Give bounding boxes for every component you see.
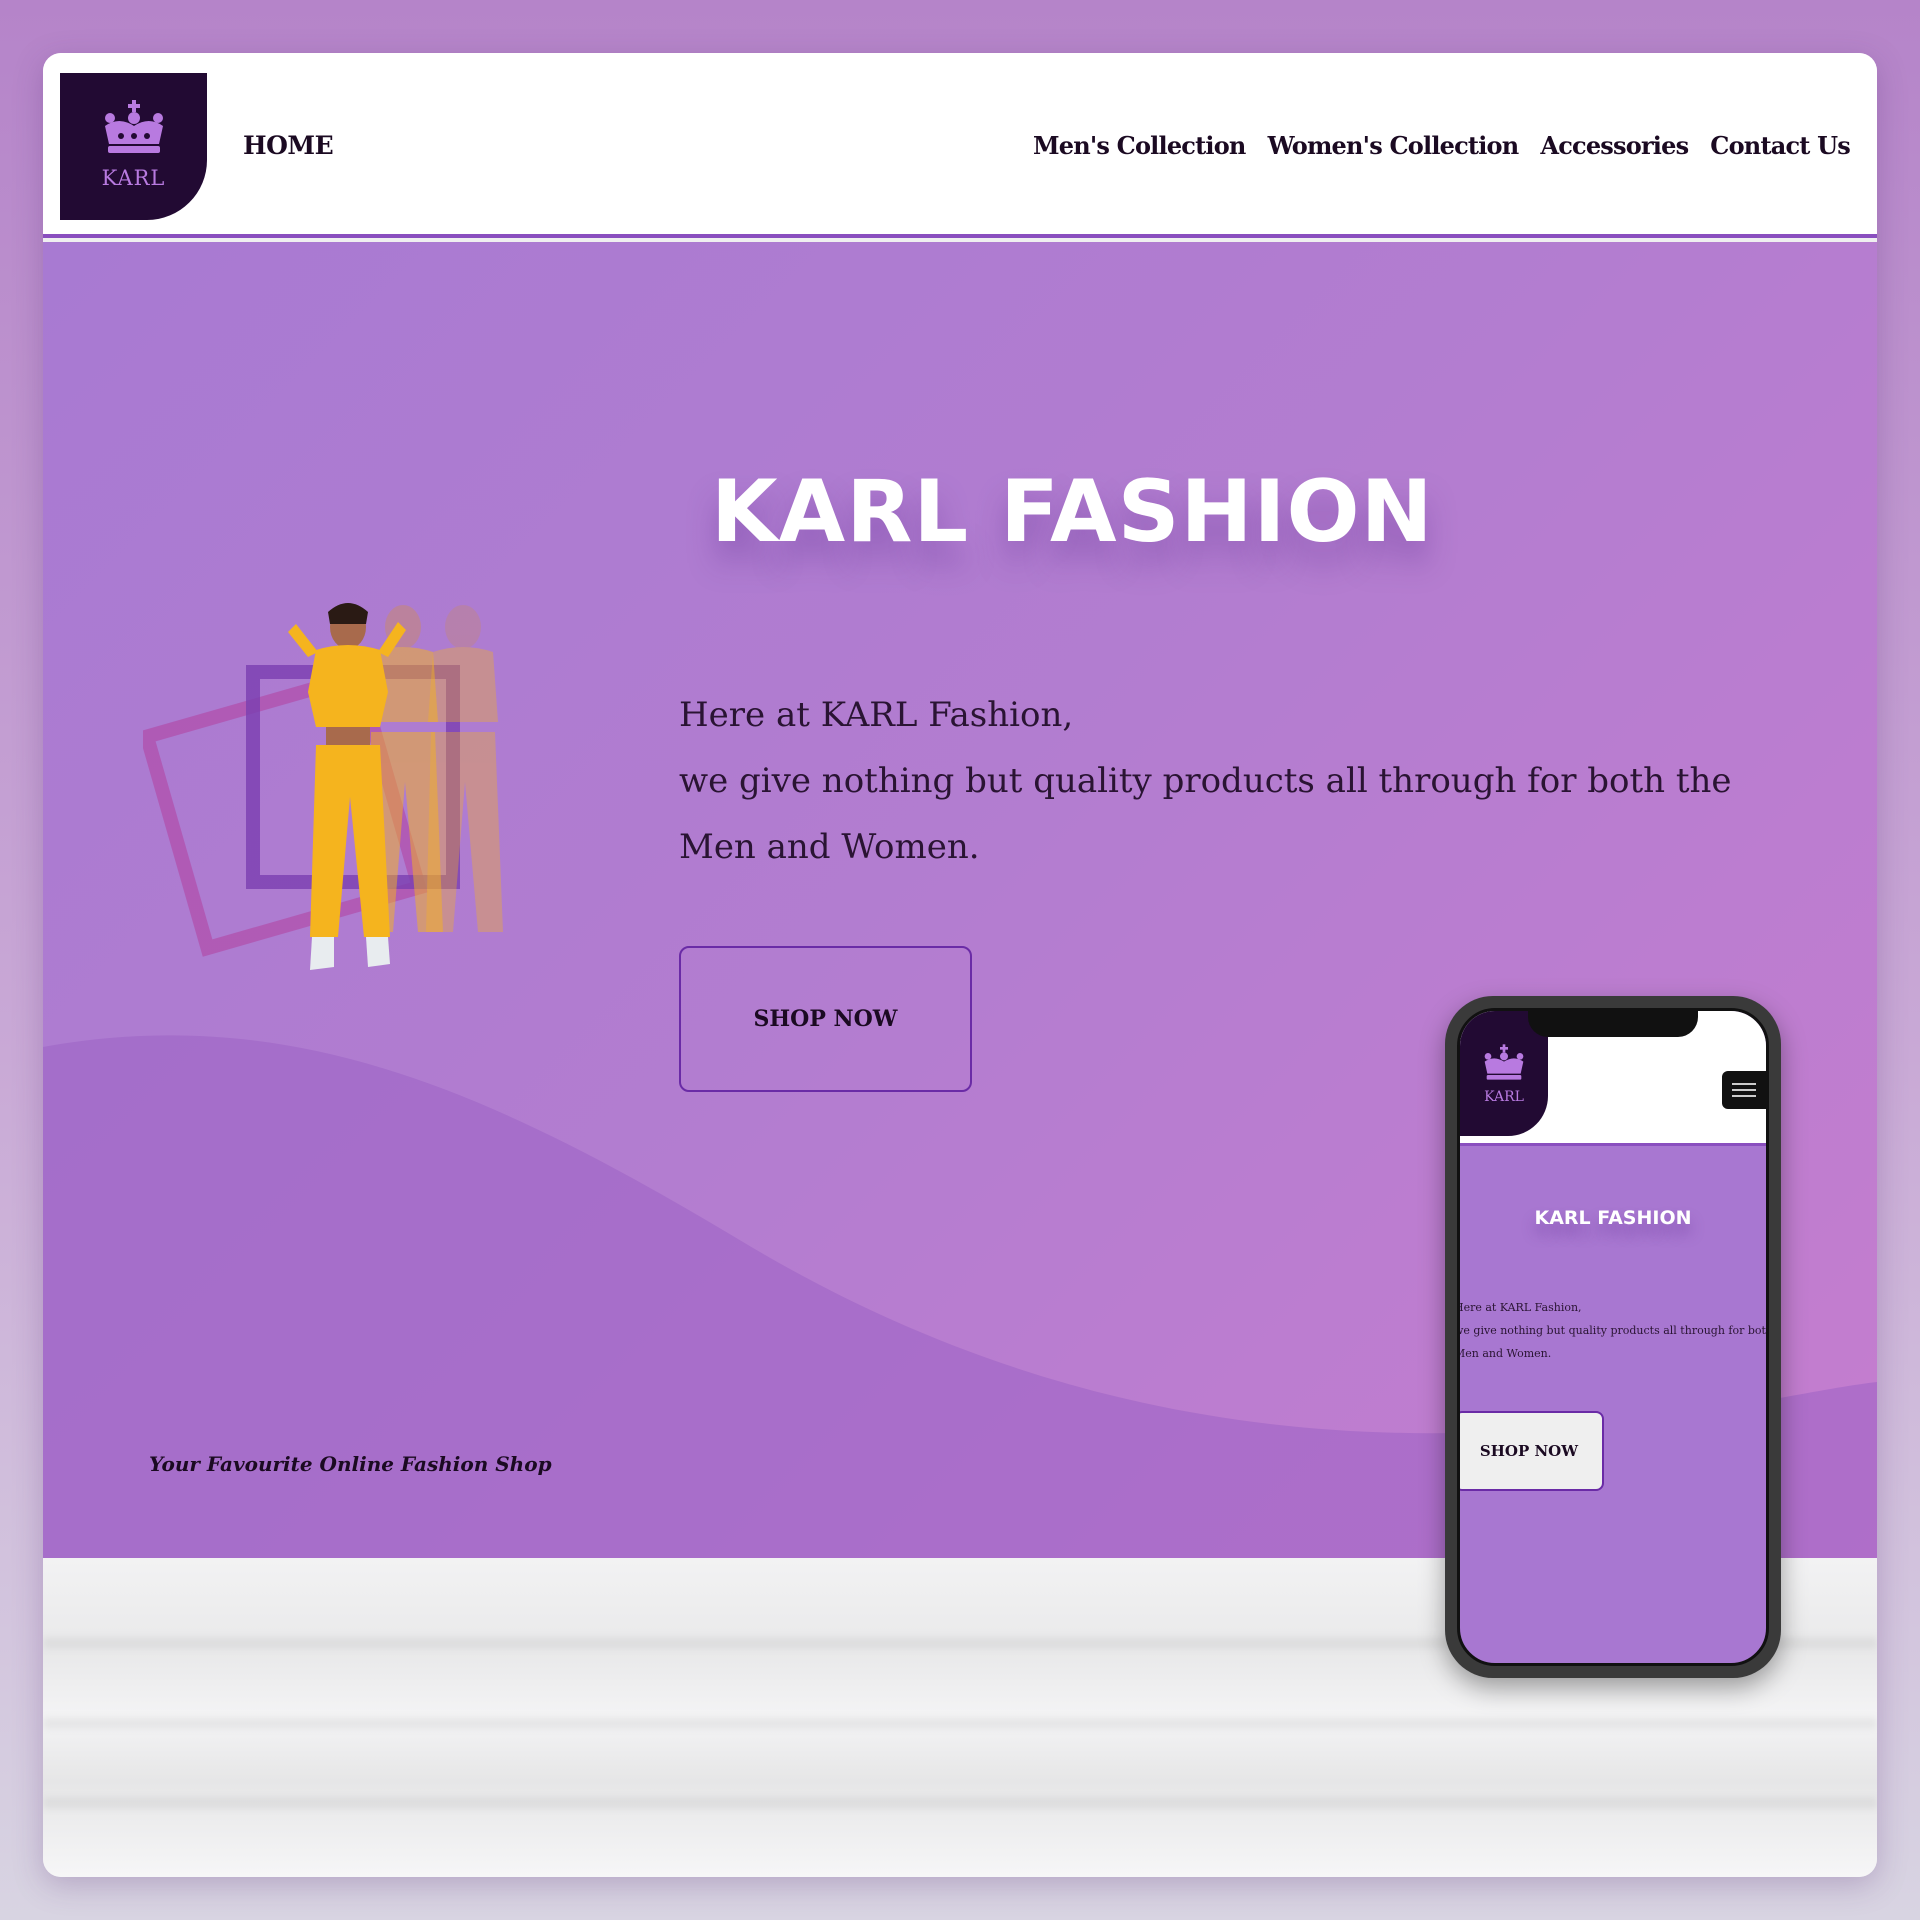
hero-line-2: we give nothing but quality products all…: [679, 761, 1732, 867]
logo[interactable]: KARL: [60, 73, 207, 220]
hero-description: Here at KARL Fashion, we give nothing bu…: [679, 682, 1799, 880]
phone-hero-line-1: Here at KARL Fashion,: [1457, 1301, 1582, 1314]
phone-hero-description: Here at KARL Fashion, we give nothing bu…: [1457, 1296, 1769, 1365]
nav-links: Men's Collection Women's Collection Acce…: [1033, 131, 1851, 160]
phone-hero-line-2: we give nothing but quality products all…: [1457, 1324, 1769, 1337]
phone-hero-line-3: Men and Women.: [1457, 1347, 1552, 1360]
crown-icon: [104, 99, 163, 153]
tagline: Your Favourite Online Fashion Shop: [149, 1452, 552, 1476]
crown-icon: [1484, 1043, 1524, 1080]
divider: [43, 1718, 1877, 1728]
divider: [43, 1798, 1877, 1808]
browser-page: KARL HOME Men's Collection Women's Colle…: [43, 53, 1877, 1877]
hero-line-1: Here at KARL Fashion,: [679, 695, 1074, 735]
model-illustration: [143, 603, 503, 970]
hamburger-icon[interactable]: [1722, 1071, 1766, 1109]
phone-notch: [1528, 1011, 1698, 1037]
nav-contact-us[interactable]: Contact Us: [1710, 131, 1851, 160]
phone-shop-now-button[interactable]: SHOP NOW: [1460, 1411, 1604, 1491]
nav-accessories[interactable]: Accessories: [1540, 131, 1689, 160]
phone-mockup: KARL KARL FASHION Here at KARL Fashion, …: [1445, 996, 1781, 1678]
logo-text: KARL: [101, 165, 166, 190]
nav-womens-collection[interactable]: Women's Collection: [1268, 131, 1520, 160]
nav-mens-collection[interactable]: Men's Collection: [1033, 131, 1246, 160]
nav-home[interactable]: HOME: [243, 131, 334, 160]
phone-hero-title: KARL FASHION: [1534, 1207, 1692, 1229]
shop-now-button[interactable]: SHOP NOW: [679, 946, 972, 1092]
navbar: KARL HOME Men's Collection Women's Colle…: [43, 53, 1877, 238]
phone-screen: KARL KARL FASHION Here at KARL Fashion, …: [1457, 1008, 1769, 1666]
hero-title: KARL FASHION: [711, 462, 1434, 562]
phone-logo-text: KARL: [1484, 1088, 1524, 1105]
